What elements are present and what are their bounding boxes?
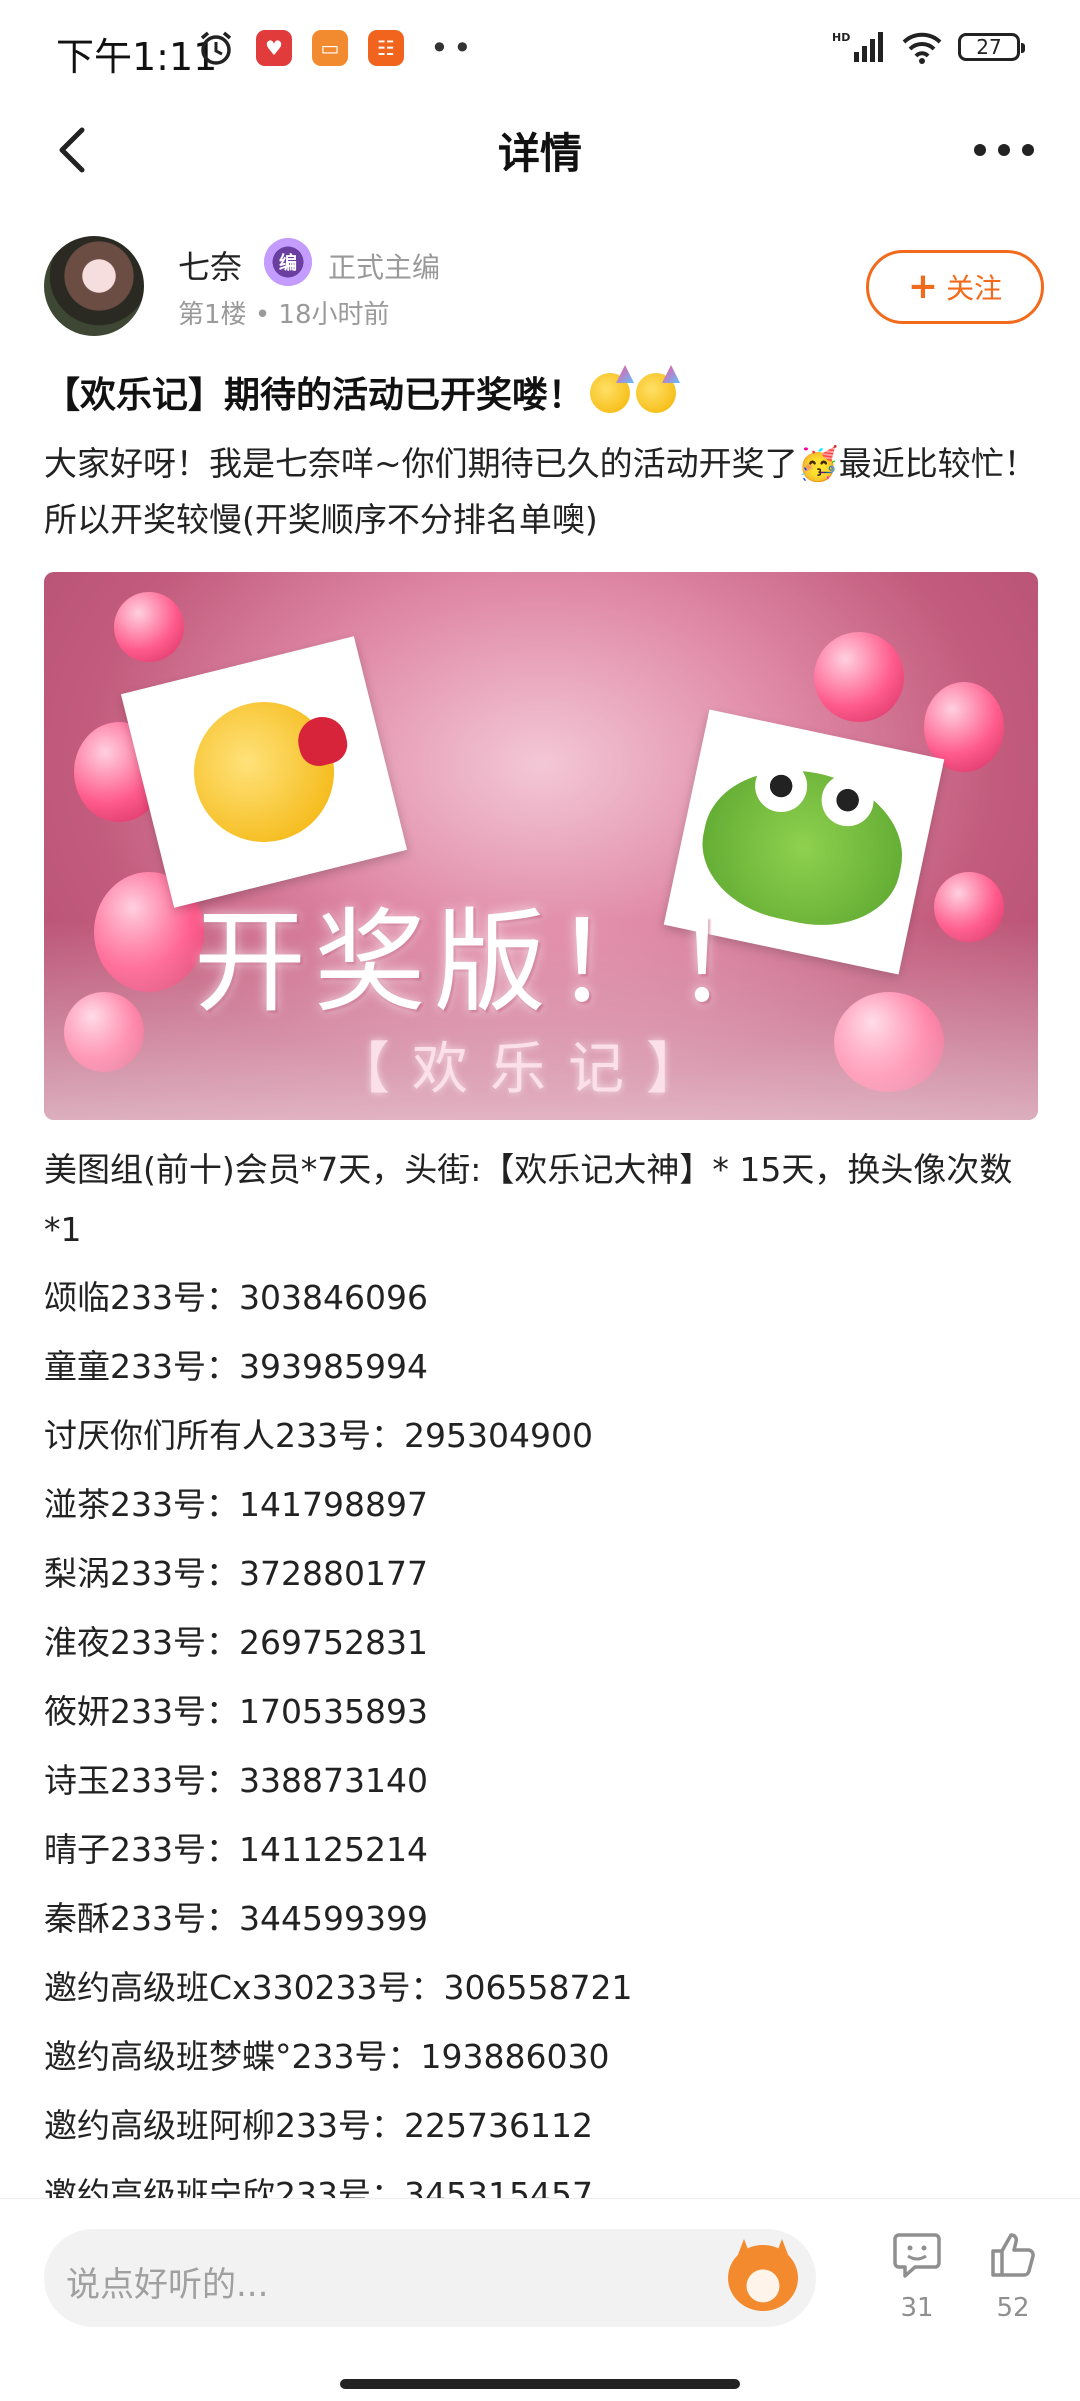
kiss-emoji-icon	[179, 687, 349, 857]
bottom-action-bar: 说点好听的... 31 52	[0, 2198, 1080, 2401]
party-emoji-icon	[590, 373, 631, 413]
list-item: 邀约高级班Cx330233号：306558721	[44, 1968, 633, 2007]
list-item: 诗玉233号：338873140	[44, 1761, 428, 1800]
emoji-sticker-card	[120, 636, 408, 908]
author-name[interactable]: 七奈	[178, 242, 242, 288]
heart-decoration	[814, 632, 904, 722]
comment-input[interactable]: 说点好听的...	[44, 2229, 816, 2327]
time-ago: 18小时前	[278, 300, 390, 330]
more-notifications-icon: ••	[430, 29, 476, 67]
post-banner-image[interactable]: 开奖版！！ 【欢乐记】	[44, 572, 1038, 1120]
author-role: 正式主编	[328, 251, 441, 284]
app-icon-orange: ▭	[312, 30, 348, 66]
list-item: 邀约高级班阿柳233号：225736112	[44, 2106, 593, 2145]
post-intro: 大家好呀！我是七奈咩~你们期待已久的活动开奖了🥳最近比较忙！所以开奖较慢(开奖顺…	[44, 444, 1037, 539]
post-meta: 第1楼 • 18小时前	[178, 294, 390, 331]
more-icon	[974, 144, 1034, 156]
comment-icon	[893, 2233, 941, 2278]
heart-decoration	[114, 592, 184, 662]
follow-button[interactable]: + 关注	[866, 250, 1044, 324]
page-title: 详情	[497, 129, 582, 178]
follow-label: 关注	[946, 272, 1003, 305]
app-icon-orange-2: ☷	[368, 30, 404, 66]
battery-icon: 27	[958, 33, 1025, 61]
avatar[interactable]	[44, 236, 144, 336]
list-item: 湴茶233号：141798897	[44, 1485, 428, 1524]
list-item: 邀约高级班宁欣233号：345315457	[44, 2175, 593, 2198]
winners-list: 颂临233号：303846096 童童233号：393985994 讨厌你们所有…	[44, 1268, 1044, 2198]
status-system-icons: HD 27	[832, 30, 1025, 64]
prize-description: 美图组(前十)会员*7天，头街:【欢乐记大神】* 15天，换头像次数*1	[44, 1150, 1013, 1249]
signal-icon: HD	[832, 31, 883, 62]
post-title-text: 【欢乐记】期待的活动已开奖喽！	[44, 375, 585, 416]
list-item: 晴子233号：141125214	[44, 1830, 428, 1869]
comment-button[interactable]: 31	[872, 2229, 962, 2323]
post-title: 【欢乐记】期待的活动已开奖喽！	[44, 366, 677, 418]
list-item: 淮夜233号：269752831	[44, 1623, 428, 1662]
comment-count: 31	[900, 2293, 934, 2323]
list-item: 秦酥233号：344599399	[44, 1899, 428, 1938]
mascot-icon[interactable]	[728, 2245, 798, 2311]
svg-text:HD: HD	[832, 31, 850, 44]
nav-bar: 详情	[0, 100, 1080, 200]
like-button[interactable]: 52	[968, 2229, 1058, 2323]
wifi-icon	[902, 32, 942, 64]
list-item: 筱妍233号：170535893	[44, 1692, 428, 1731]
comment-placeholder: 说点好听的...	[66, 2265, 269, 2305]
plus-icon: +	[907, 266, 939, 307]
status-bar: 下午1:11 ♥ ▭ ☷ •• HD 27	[0, 0, 1080, 100]
banner-subtitle: 【欢乐记】	[334, 1037, 724, 1102]
party-emoji-icon	[636, 373, 677, 413]
list-item: 童童233号：393985994	[44, 1347, 428, 1386]
home-indicator[interactable]	[340, 2379, 740, 2389]
banner-title: 开奖版！！	[194, 898, 794, 1028]
list-item: 讨厌你们所有人233号：295304900	[44, 1416, 593, 1455]
status-notification-icons: ♥ ▭ ☷ ••	[196, 28, 476, 68]
list-item: 梨涡233号：372880177	[44, 1554, 428, 1593]
author-row: 七奈 编 正式主编 第1楼 • 18小时前 + 关注	[44, 236, 1044, 340]
more-button[interactable]	[964, 120, 1044, 180]
meta-separator: •	[254, 300, 279, 330]
app-icon-red: ♥	[256, 30, 292, 66]
like-count: 52	[996, 2293, 1030, 2323]
like-icon	[991, 2233, 1035, 2277]
editor-badge-icon: 编	[264, 238, 312, 286]
alarm-icon	[200, 31, 232, 65]
list-item: 颂临233号：303846096	[44, 1278, 428, 1317]
list-item: 邀约高级班梦蝶°233号：193886030	[44, 2037, 610, 2076]
battery-level: 27	[976, 35, 1002, 59]
floor-label: 第1楼	[178, 300, 247, 330]
status-time: 下午1:11	[56, 35, 218, 79]
